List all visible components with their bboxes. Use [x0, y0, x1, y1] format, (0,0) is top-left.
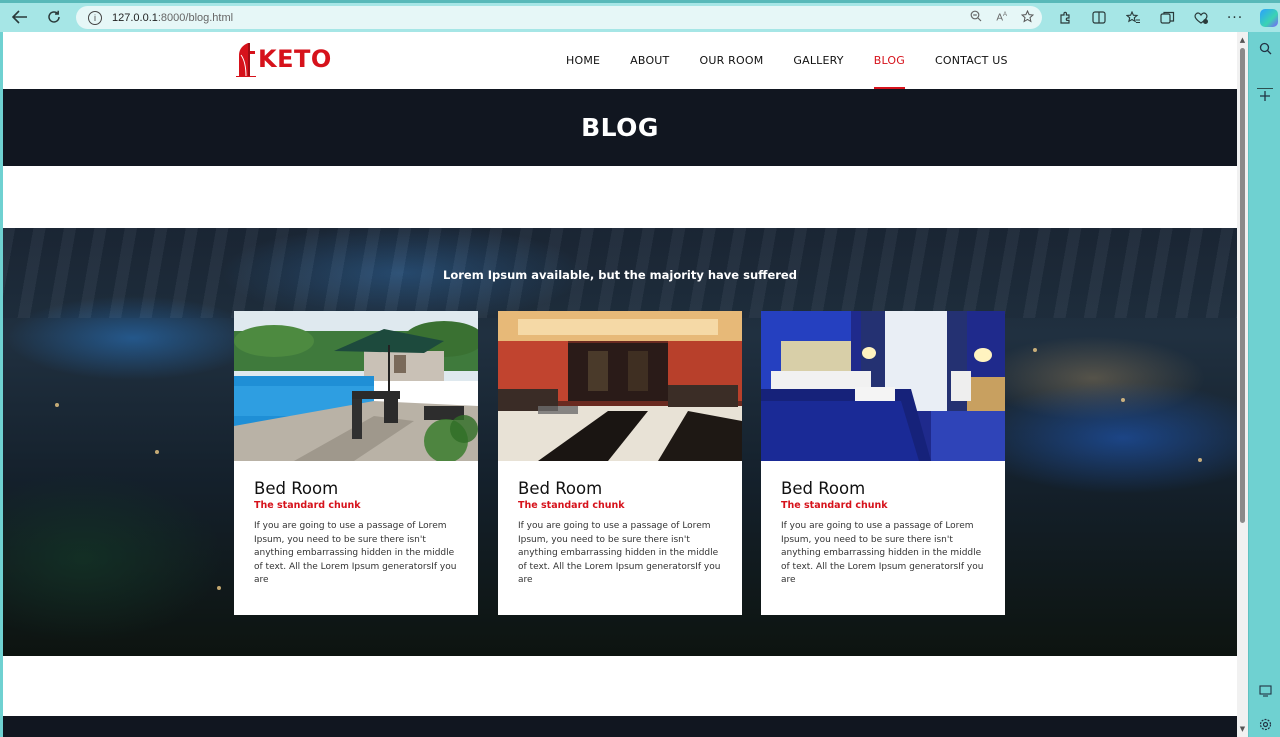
more-menu-icon[interactable]: ··· — [1222, 5, 1248, 31]
card-subtitle: The standard chunk — [518, 500, 625, 511]
main-nav: HOME ABOUT OUR ROOM GALLERY BLOG CONTACT… — [566, 32, 1038, 89]
blog-card[interactable]: Bed Room The standard chunk If you are g… — [498, 311, 742, 615]
card-subtitle: The standard chunk — [254, 500, 361, 511]
page-title: BLOG — [581, 113, 659, 142]
site-info-icon[interactable]: i — [88, 10, 102, 25]
bedroom-photo — [761, 311, 1005, 461]
split-screen-icon[interactable] — [1086, 5, 1112, 31]
card-text: If you are going to use a passage of Lor… — [518, 521, 721, 585]
favorite-star-icon[interactable] — [1020, 9, 1035, 26]
pool-terrace-photo — [234, 311, 478, 461]
background-light — [1121, 398, 1125, 402]
background-light — [1033, 348, 1037, 352]
copilot-icon[interactable] — [1256, 5, 1280, 31]
search-icon[interactable] — [1257, 40, 1273, 56]
hotel-lobby-photo — [498, 311, 742, 461]
background-light — [155, 450, 159, 454]
zoom-icon[interactable] — [970, 10, 982, 25]
page-banner: BLOG — [3, 89, 1237, 166]
add-icon[interactable] — [1257, 88, 1273, 104]
url-host: 127.0.0.1 — [112, 11, 158, 24]
card-subtitle: The standard chunk — [781, 500, 888, 511]
nav-about[interactable]: ABOUT — [630, 32, 669, 89]
section-subtitle: Lorem Ipsum available, but the majority … — [443, 268, 797, 282]
address-url[interactable]: 127.0.0.1:8000/blog.html — [112, 12, 233, 24]
settings-gear-icon[interactable] — [1257, 716, 1273, 732]
screenshot-icon[interactable] — [1257, 683, 1273, 699]
site-logo[interactable]: KETO — [235, 41, 332, 78]
blog-section: Lorem Ipsum available, but the majority … — [3, 228, 1237, 656]
blog-card[interactable]: Bed Room The standard chunk If you are g… — [761, 311, 1005, 615]
logo-text: KETO — [258, 45, 332, 73]
extensions-icon[interactable] — [1052, 5, 1078, 31]
collections-icon[interactable] — [1154, 5, 1180, 31]
scroll-down-arrow-icon[interactable]: ▼ — [1237, 723, 1248, 735]
background-light — [55, 403, 59, 407]
nav-blog[interactable]: BLOG — [873, 32, 906, 89]
scroll-up-arrow-icon[interactable]: ▲ — [1237, 34, 1248, 46]
card-title[interactable]: Bed Room — [781, 479, 985, 498]
card-text: If you are going to use a passage of Lor… — [254, 521, 457, 585]
site-header: KETO HOME ABOUT OUR ROOM GALLERY BLOG CO… — [3, 32, 1237, 89]
browser-toolbar: i 127.0.0.1:8000/blog.html AA ··· — [0, 3, 1280, 32]
scrollbar-thumb[interactable] — [1240, 48, 1245, 523]
reload-icon[interactable] — [40, 4, 68, 30]
logo-tower-icon — [235, 41, 257, 78]
card-title[interactable]: Bed Room — [254, 479, 458, 498]
address-bar[interactable]: i 127.0.0.1:8000/blog.html AA — [76, 6, 1042, 29]
page-scrollbar[interactable]: ▲ ▼ — [1237, 32, 1248, 737]
nav-home[interactable]: HOME — [566, 32, 600, 89]
nav-our-room[interactable]: OUR ROOM — [699, 32, 763, 89]
card-text: If you are going to use a passage of Lor… — [781, 521, 984, 585]
card-title[interactable]: Bed Room — [518, 479, 722, 498]
blog-card[interactable]: Bed Room The standard chunk If you are g… — [234, 311, 478, 615]
performance-icon[interactable] — [1188, 5, 1214, 31]
background-light — [217, 586, 221, 590]
background-light — [1198, 458, 1202, 462]
page-viewport: KETO HOME ABOUT OUR ROOM GALLERY BLOG CO… — [3, 32, 1237, 737]
browser-sidebar — [1248, 32, 1280, 737]
nav-contact-us[interactable]: CONTACT US — [935, 32, 1008, 89]
site-footer — [3, 716, 1237, 737]
back-arrow-icon[interactable] — [6, 4, 34, 30]
nav-gallery[interactable]: GALLERY — [793, 32, 843, 89]
url-path: :8000/blog.html — [157, 11, 234, 24]
favorites-icon[interactable] — [1120, 5, 1146, 31]
read-aloud-icon[interactable]: AA — [996, 12, 1007, 23]
